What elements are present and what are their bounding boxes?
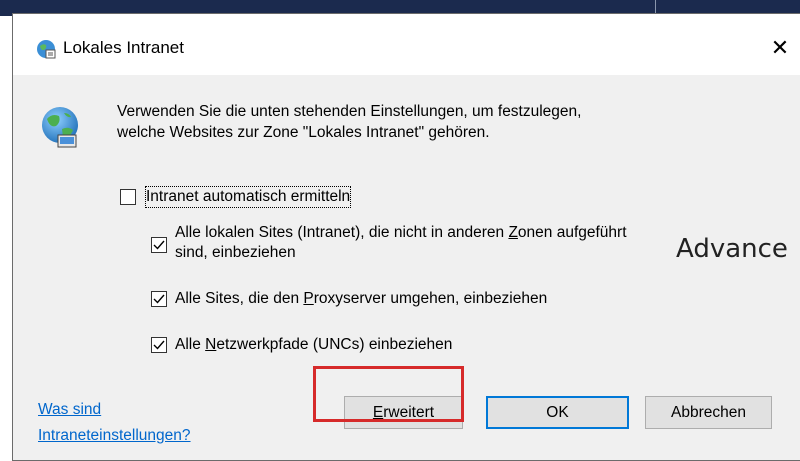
background-advance-text: Advance bbox=[676, 234, 788, 264]
description-line-1: Verwenden Sie die unten stehenden Einste… bbox=[117, 103, 582, 120]
advanced-button-highlight bbox=[313, 366, 464, 422]
description-line-2: welche Websites zur Zone "Lokales Intran… bbox=[117, 124, 490, 141]
option-accelerator: N bbox=[205, 336, 217, 353]
auto-detect-checkbox[interactable] bbox=[120, 189, 136, 205]
option-accelerator: Z bbox=[508, 224, 518, 241]
dialog-titlebar: Lokales Intranet ✕ bbox=[13, 14, 800, 75]
include-local-sites-label[interactable]: Alle lokalen Sites (Intranet), die nicht… bbox=[175, 223, 627, 243]
include-proxy-bypass-checkbox[interactable] bbox=[151, 291, 167, 307]
cancel-button[interactable]: Abbrechen bbox=[645, 396, 772, 429]
close-icon[interactable]: ✕ bbox=[760, 28, 800, 68]
checkbox-check-icon bbox=[153, 294, 165, 304]
ok-button[interactable]: OK bbox=[486, 396, 629, 429]
help-link-line-1[interactable]: Was sind bbox=[38, 399, 101, 420]
option-label-part: onen aufgeführt bbox=[517, 224, 627, 241]
option-label-part: Alle lokalen Sites (Intranet), die nicht… bbox=[175, 224, 509, 241]
option-accelerator: P bbox=[303, 290, 314, 307]
auto-detect-label[interactable]: Intranet automatisch ermitteln bbox=[144, 186, 352, 208]
globe-icon bbox=[35, 38, 57, 60]
checkbox-check-icon bbox=[153, 340, 165, 350]
help-link-line-2[interactable]: Intraneteinstellungen? bbox=[38, 425, 191, 446]
dialog-title: Lokales Intranet bbox=[63, 38, 184, 57]
option-label-part: roxyserver umgehen, einbeziehen bbox=[313, 290, 548, 307]
include-local-sites-label-line2: sind, einbeziehen bbox=[175, 244, 296, 261]
include-unc-paths-checkbox[interactable] bbox=[151, 337, 167, 353]
option-label-part: Alle bbox=[175, 336, 206, 353]
option-label-part: etzwerkpfade (UNCs) einbeziehen bbox=[216, 336, 453, 353]
dialog-description: Verwenden Sie die unten stehenden Einste… bbox=[117, 101, 757, 143]
include-local-sites-checkbox[interactable] bbox=[151, 237, 167, 253]
globe-icon bbox=[38, 105, 82, 149]
checkbox-check-icon bbox=[153, 240, 165, 250]
option-label-part: Alle Sites, die den bbox=[175, 290, 304, 307]
include-unc-paths-label[interactable]: Alle Netzwerkpfade (UNCs) einbeziehen bbox=[175, 335, 452, 355]
include-proxy-bypass-label[interactable]: Alle Sites, die den Proxyserver umgehen,… bbox=[175, 289, 547, 309]
